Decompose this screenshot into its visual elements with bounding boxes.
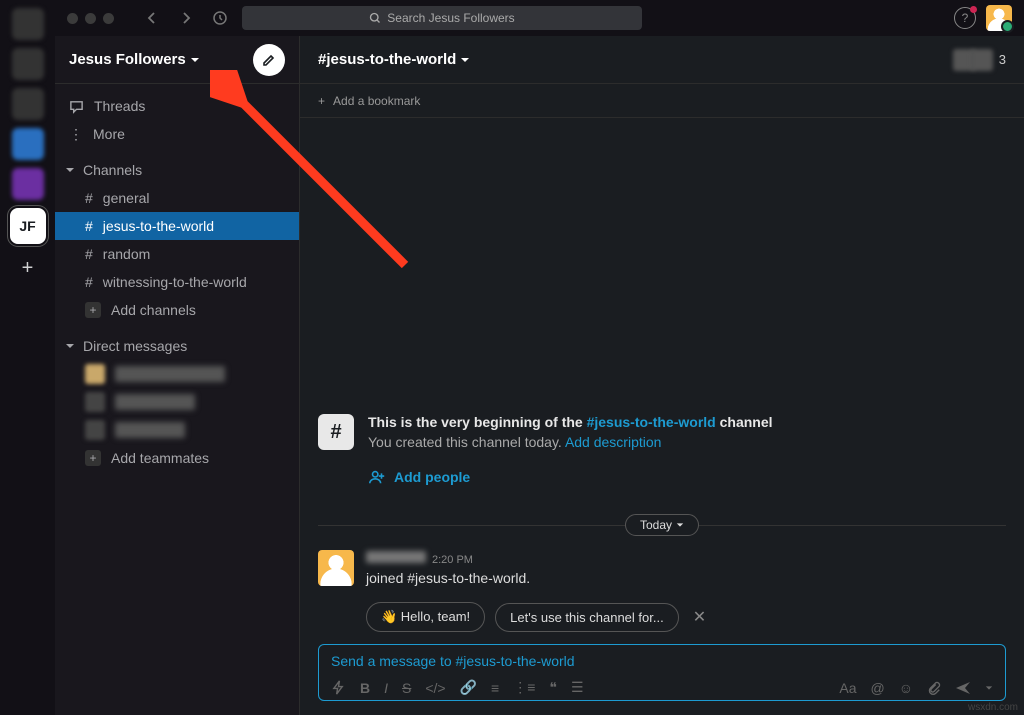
italic-icon[interactable]: I — [384, 680, 388, 696]
more-item[interactable]: ⋮ More — [55, 120, 299, 148]
message-text: joined #jesus-to-the-world. — [366, 570, 530, 586]
plus-icon: + — [85, 450, 101, 466]
message-time: 2:20 PM — [432, 554, 473, 566]
hash-icon: # — [318, 414, 354, 450]
plus-icon: + — [318, 94, 325, 108]
add-people-icon — [368, 468, 386, 486]
format-icon[interactable]: Aa — [839, 680, 856, 696]
workspace-avatar-active[interactable]: JF — [10, 208, 46, 244]
message-avatar[interactable] — [318, 550, 354, 586]
date-pill[interactable]: Today — [625, 514, 699, 536]
message-author[interactable] — [366, 551, 426, 563]
suggestion-button[interactable]: 👋 Hello, team! — [366, 602, 485, 632]
code-icon[interactable]: </> — [425, 680, 445, 696]
chevron-down-icon — [460, 55, 470, 65]
add-bookmark-button[interactable]: + Add a bookmark — [300, 84, 1024, 118]
channel-item[interactable]: #witnessing-to-the-world — [55, 268, 299, 296]
hash-icon: # — [85, 274, 93, 290]
watermark: wsxdn.com — [968, 702, 1018, 713]
add-description-link[interactable]: Add description — [565, 434, 662, 450]
workspace-avatar[interactable] — [12, 168, 44, 200]
attach-icon[interactable] — [927, 681, 941, 695]
workspace-menu[interactable]: Jesus Followers — [69, 51, 200, 68]
hash-icon: # — [85, 246, 93, 262]
add-teammates-item[interactable]: +Add teammates — [55, 444, 299, 472]
dm-section[interactable]: Direct messages — [55, 332, 299, 360]
workspace-rail: JF + — [0, 0, 55, 715]
channel-item[interactable]: #random — [55, 240, 299, 268]
workspace-avatar[interactable] — [12, 128, 44, 160]
top-bar: Search Jesus Followers ? — [55, 0, 1024, 36]
channel-intro: # This is the very beginning of the #jes… — [318, 414, 1006, 450]
dm-item[interactable] — [55, 416, 299, 444]
suggestion-row: 👋 Hello, team! Let's use this channel fo… — [366, 602, 1006, 632]
threads-item[interactable]: Threads — [55, 92, 299, 120]
search-placeholder: Search Jesus Followers — [387, 11, 514, 25]
members-button[interactable]: 3 — [953, 49, 1006, 71]
window-controls[interactable] — [67, 13, 114, 24]
channel-link[interactable]: #jesus-to-the-world — [587, 414, 716, 430]
help-button[interactable]: ? — [954, 7, 976, 29]
ordered-list-icon[interactable]: ≡ — [491, 680, 499, 696]
quote-icon[interactable]: ❝ — [549, 679, 557, 696]
threads-icon — [69, 99, 84, 114]
message-composer[interactable]: B I S </> 🔗 ≡ ⋮≡ ❝ ☰ Aa — [318, 644, 1006, 701]
hash-icon: # — [85, 218, 93, 234]
channel-header: #jesus-to-the-world 3 — [300, 36, 1024, 84]
date-divider: Today — [318, 514, 1006, 536]
channel-item[interactable]: #general — [55, 184, 299, 212]
workspace-avatar[interactable] — [12, 88, 44, 120]
dm-item[interactable] — [55, 388, 299, 416]
compose-button[interactable] — [253, 44, 285, 76]
workspace-avatar[interactable] — [12, 48, 44, 80]
send-button[interactable] — [955, 680, 971, 696]
workspace-name: Jesus Followers — [69, 51, 186, 68]
bullet-list-icon[interactable]: ⋮≡ — [513, 679, 535, 696]
more-icon: ⋮ — [69, 126, 83, 143]
dm-item[interactable] — [55, 360, 299, 388]
add-people-button[interactable]: Add people — [368, 468, 1006, 486]
forward-button[interactable] — [174, 6, 198, 30]
caret-down-icon — [65, 341, 75, 351]
message-row: 2:20 PM joined #jesus-to-the-world. — [318, 550, 1006, 586]
channel-item-active[interactable]: #jesus-to-the-world — [55, 212, 299, 240]
strike-icon[interactable]: S — [402, 680, 411, 696]
codeblock-icon[interactable]: ☰ — [571, 679, 584, 696]
hash-icon: # — [85, 190, 93, 206]
chevron-down-icon — [190, 55, 200, 65]
add-workspace-button[interactable]: + — [12, 252, 44, 284]
workspace-avatar[interactable] — [12, 8, 44, 40]
back-button[interactable] — [140, 6, 164, 30]
sidebar: Jesus Followers Threads — [55, 36, 300, 715]
channel-title[interactable]: #jesus-to-the-world — [318, 51, 470, 68]
bold-icon[interactable]: B — [360, 680, 370, 696]
search-icon — [369, 12, 381, 24]
add-channels-item[interactable]: +Add channels — [55, 296, 299, 324]
shortcuts-icon[interactable] — [331, 680, 346, 695]
link-icon[interactable]: 🔗 — [460, 679, 477, 696]
dismiss-suggestions-button[interactable]: ✕ — [689, 603, 710, 631]
suggestion-button[interactable]: Let's use this channel for... — [495, 603, 679, 632]
plus-icon: + — [85, 302, 101, 318]
mention-icon[interactable]: @ — [870, 680, 884, 696]
message-input[interactable] — [331, 653, 993, 669]
channels-section[interactable]: Channels — [55, 156, 299, 184]
history-button[interactable] — [208, 6, 232, 30]
caret-down-icon — [65, 165, 75, 175]
chevron-down-icon — [676, 521, 684, 529]
search-input[interactable]: Search Jesus Followers — [242, 6, 642, 30]
send-options-icon[interactable] — [985, 684, 993, 692]
emoji-icon[interactable]: ☺ — [899, 680, 913, 696]
user-avatar[interactable] — [986, 5, 1012, 31]
